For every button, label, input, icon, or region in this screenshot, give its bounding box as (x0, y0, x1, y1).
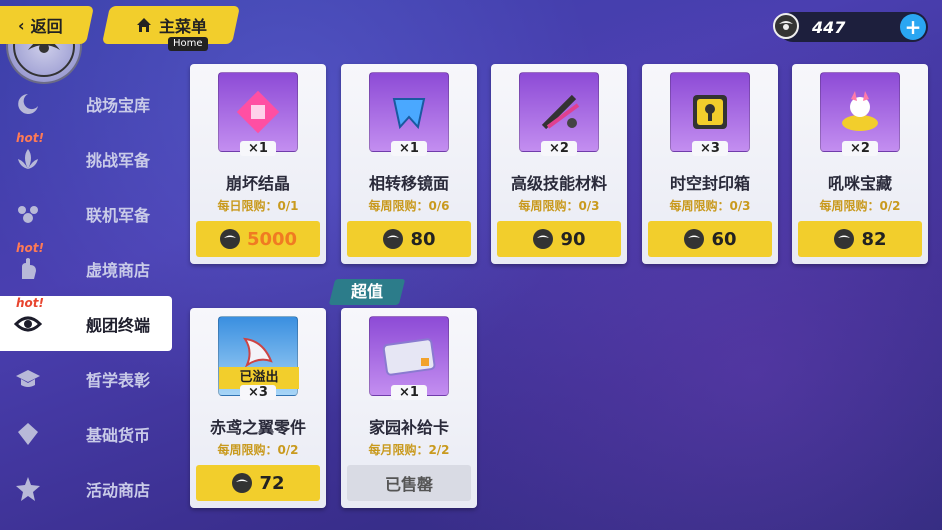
shop-item-card[interactable]: ×2 高级技能材料 每周限购：0/3 90 (491, 64, 627, 264)
sidebar-item-label: 虚境商店 (86, 260, 151, 280)
shop-item-card[interactable]: ×1 相转移镜面 每周限购：0/6 80 (341, 64, 477, 264)
sidebar-item-battlefield-vault[interactable]: 战场宝库 (0, 76, 172, 131)
sidebar-item-fleet-terminal[interactable]: hot! 舰团终端 (0, 296, 172, 351)
fleet-coin-icon (219, 229, 240, 249)
item-limit: 每周限购：0/3 (518, 199, 600, 213)
buy-button[interactable]: 5000 (196, 221, 320, 257)
back-label: 返回 (30, 17, 63, 36)
house-icon (136, 18, 151, 32)
sidebar-item-label: 基础货币 (86, 425, 151, 445)
hot-badge: hot! (16, 131, 44, 145)
shop-item-card[interactable]: ×1 家园补给卡 每月限购：2/2 已售罄 (341, 308, 477, 508)
star-icon (16, 477, 40, 501)
item-price: 72 (259, 472, 285, 494)
fleet-coin-icon (533, 229, 554, 249)
hot-badge: hot! (16, 296, 44, 310)
sidebar-item-label: 挑战军备 (86, 150, 151, 170)
fleet-coin-icon (232, 473, 253, 493)
sidebar-item-virtual-shop[interactable]: hot! 虚境商店 (0, 241, 172, 296)
item-price: 90 (560, 228, 586, 250)
back-button[interactable]: ‹ 返回 (0, 6, 95, 44)
item-name: 时空封印箱 (669, 174, 750, 193)
sidebar-item-label: 舰团终端 (86, 315, 151, 335)
coop-icon (18, 206, 38, 223)
sidebar-item-label: 活动商店 (86, 480, 151, 500)
fleet-coin-icon (383, 229, 404, 249)
buy-button[interactable]: 80 (347, 221, 471, 257)
item-quantity: ×3 (692, 141, 728, 156)
home-label: 主菜单 (158, 17, 207, 36)
wing-part-icon: 已溢出 (218, 316, 299, 396)
fleet-coin-icon (684, 229, 705, 249)
item-name: 相转移镜面 (368, 174, 449, 193)
item-price: 80 (410, 228, 436, 250)
shop-item-card[interactable]: ×3 时空封印箱 每周限购：0/3 60 (642, 64, 778, 264)
mirror-shard-icon (369, 72, 449, 152)
sidebar-item-label: 晳学表彰 (86, 370, 151, 390)
sidebar-item-basic-currency[interactable]: 基础货币 (0, 406, 172, 461)
item-price: 5000 (246, 228, 298, 250)
currency-display: 447 + (773, 12, 928, 42)
flame-lotus-icon (18, 149, 38, 169)
item-limit: 每月限购：2/2 (368, 443, 450, 457)
shop-sidebar: 战场宝库 hot! 挑战军备 联机军备 hot! 虚境商店 hot! 舰团终端 … (0, 76, 172, 516)
item-limit: 每周限购：0/2 (217, 443, 299, 457)
skill-material-icon (519, 72, 599, 152)
buy-button[interactable]: 90 (497, 221, 621, 257)
supply-card-icon (369, 316, 449, 396)
add-currency-button[interactable]: + (900, 14, 926, 40)
crystal-cluster-icon (218, 72, 298, 152)
buy-button[interactable]: 72 (196, 465, 320, 501)
item-limit: 每周限购：0/2 (819, 199, 901, 213)
item-quantity: ×2 (541, 141, 577, 156)
sold-out-button: 已售罄 (347, 465, 471, 501)
sidebar-item-coop-armory[interactable]: 联机军备 (0, 186, 172, 241)
item-quantity: ×1 (391, 385, 427, 400)
item-quantity: ×3 (240, 385, 276, 400)
fleet-coin-icon (834, 229, 855, 249)
item-price: 82 (861, 228, 887, 250)
sidebar-item-challenge-armory[interactable]: hot! 挑战军备 (0, 131, 172, 186)
fleet-coin-icon (773, 13, 799, 39)
buy-button[interactable]: 82 (798, 221, 922, 257)
moon-star-icon (18, 94, 38, 114)
currency-amount: 447 (812, 17, 846, 37)
item-limit: 每周限购：0/6 (368, 199, 450, 213)
sidebar-item-philosophy-award[interactable]: 晳学表彰 (0, 351, 172, 406)
super-value-tag: 超值 (328, 279, 406, 305)
item-name: 吼咪宝藏 (827, 174, 892, 193)
shop-item-card[interactable]: ×2 吼咪宝藏 每周限购：0/2 82 (792, 64, 928, 264)
item-price: 60 (711, 228, 737, 250)
super-value-label: 超值 (350, 282, 383, 301)
shop-item-card[interactable]: ×1 崩坏结晶 每日限购：0/1 5000 (190, 64, 326, 264)
chevron-left-icon: ‹ (17, 15, 25, 35)
sidebar-item-label: 联机军备 (86, 205, 151, 225)
item-name: 家园补给卡 (368, 418, 449, 437)
buy-button[interactable]: 60 (648, 221, 772, 257)
item-quantity: ×2 (842, 141, 878, 156)
hot-badge: hot! (16, 241, 44, 255)
treasure-icon (820, 72, 900, 152)
shop-item-card[interactable]: 已溢出 ×3 赤鸢之翼零件 每周限购：0/2 72 (190, 308, 326, 508)
graduation-cap-icon (16, 370, 40, 387)
seal-box-icon (670, 72, 750, 152)
home-sub-label: Home (168, 37, 208, 51)
item-name: 高级技能材料 (510, 174, 607, 193)
item-limit: 每周限购：0/3 (669, 199, 751, 213)
sidebar-item-label: 战场宝库 (86, 95, 151, 115)
sidebar-item-event-shop[interactable]: 活动商店 (0, 461, 172, 516)
item-name: 崩坏结晶 (225, 174, 290, 193)
hand-icon (22, 258, 36, 279)
item-quantity: ×1 (391, 141, 427, 156)
crystal-icon (18, 423, 38, 445)
item-price: 已售罄 (384, 475, 433, 494)
item-limit: 每日限购：0/1 (217, 199, 299, 213)
item-quantity: ×1 (240, 141, 276, 156)
item-name: 赤鸢之翼零件 (209, 418, 306, 437)
eye-emblem-icon (14, 316, 42, 332)
